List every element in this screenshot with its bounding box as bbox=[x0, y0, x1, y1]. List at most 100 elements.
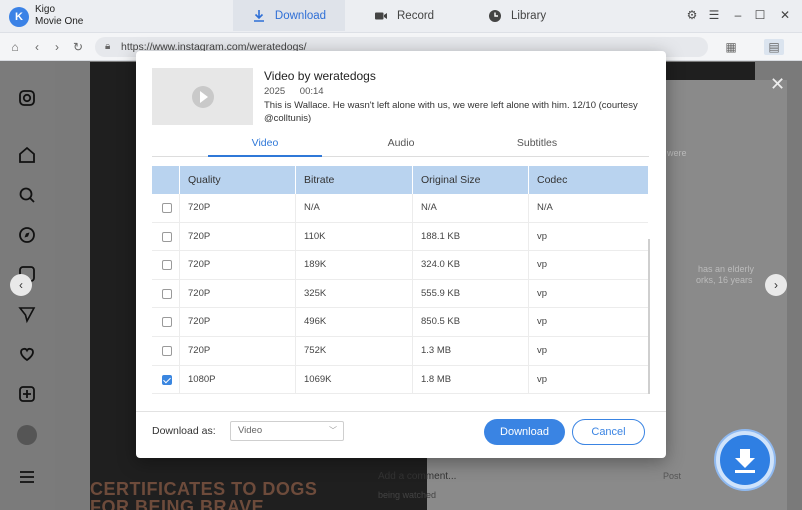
forward-icon[interactable]: › bbox=[49, 39, 65, 55]
tab-audio[interactable]: Audio bbox=[344, 137, 458, 149]
cell-quality: 720P bbox=[180, 308, 296, 336]
row-checkbox-cell bbox=[152, 194, 180, 222]
app-logo-icon: K bbox=[9, 7, 29, 27]
cell-size: 555.9 KB bbox=[413, 279, 529, 308]
instagram-icon[interactable] bbox=[17, 88, 37, 108]
row-checkbox-cell bbox=[152, 336, 180, 365]
bg-text-2: has an elderly bbox=[698, 264, 755, 274]
table-scrollbar[interactable] bbox=[648, 239, 650, 394]
bg-headline: CERTIFICATES TO DOGS FOR BEING BRAVE bbox=[90, 480, 317, 510]
row-checkbox[interactable] bbox=[162, 260, 172, 271]
home-nav-icon[interactable] bbox=[17, 145, 37, 165]
avatar[interactable] bbox=[17, 425, 37, 445]
download-as-value: Video bbox=[238, 425, 263, 436]
row-checkbox[interactable] bbox=[162, 203, 172, 213]
cell-codec: vp bbox=[537, 230, 548, 242]
row-checkbox[interactable] bbox=[162, 231, 172, 242]
download-button[interactable]: Download bbox=[484, 419, 565, 445]
search-icon[interactable] bbox=[17, 185, 37, 205]
download-icon bbox=[253, 9, 264, 22]
download-as-select[interactable]: Video ﹀ bbox=[230, 421, 344, 441]
bg-headline-line2: FOR BEING BRAVE bbox=[90, 497, 265, 510]
video-description: This is Wallace. He wasn't left alone wi… bbox=[264, 100, 638, 124]
row-checkbox-cell bbox=[152, 308, 180, 336]
active-tab-indicator bbox=[208, 155, 322, 157]
tab-library[interactable]: Library bbox=[488, 0, 546, 31]
cell-bitrate: 325K bbox=[296, 279, 413, 308]
create-icon[interactable] bbox=[17, 384, 37, 404]
video-meta: 2025 00:14 bbox=[264, 86, 336, 97]
tab-record[interactable]: Record bbox=[374, 0, 434, 31]
video-thumbnail bbox=[152, 68, 253, 125]
header-checkbox-cell bbox=[152, 166, 180, 194]
download-dialog: Video by weratedogs 2025 00:14 This is W… bbox=[136, 51, 666, 458]
clock-icon bbox=[489, 9, 501, 22]
tab-subtitles[interactable]: Subtitles bbox=[480, 137, 594, 149]
header-quality: Quality bbox=[180, 166, 296, 194]
cell-quality: 720P bbox=[180, 336, 296, 365]
tab-library-label: Library bbox=[511, 9, 547, 22]
grid-icon[interactable]: ▦ bbox=[723, 39, 739, 55]
refresh-icon[interactable]: ↻ bbox=[70, 39, 86, 55]
close-window-icon[interactable]: ✕ bbox=[778, 8, 792, 22]
prev-arrow-icon[interactable]: ‹ bbox=[10, 274, 32, 296]
cell-size: 324.0 KB bbox=[413, 251, 529, 279]
cell-codec: vp bbox=[537, 287, 548, 299]
tab-download[interactable]: Download bbox=[233, 0, 345, 31]
explore-icon[interactable] bbox=[17, 225, 37, 245]
tab-download-label: Download bbox=[274, 9, 327, 22]
table-row[interactable]: 720P 752K 1.3 MB vp bbox=[152, 336, 648, 366]
title-bar: K Kigo Movie One Download Record Library… bbox=[0, 0, 802, 33]
tab-record-label: Record bbox=[397, 9, 435, 22]
download-arrow-icon bbox=[735, 449, 755, 473]
more-menu-icon[interactable] bbox=[17, 467, 37, 487]
bg-text-3: orks, 16 years bbox=[696, 275, 753, 285]
cell-codec: vp bbox=[537, 344, 548, 356]
chevron-down-icon: ﹀ bbox=[329, 426, 337, 435]
tab-video[interactable]: Video bbox=[208, 137, 322, 149]
cell-quality: 720P bbox=[180, 251, 296, 279]
bg-headline-line1: CERTIFICATES TO DOGS bbox=[90, 479, 318, 499]
bg-caption: being watched bbox=[378, 490, 437, 500]
cell-codec: vp bbox=[537, 373, 548, 385]
row-checkbox[interactable] bbox=[162, 374, 172, 385]
table-row[interactable]: 720P 110K 188.1 KB vp bbox=[152, 222, 648, 252]
comment-input[interactable]: Add a comment... bbox=[378, 471, 456, 482]
table-row[interactable]: 1080P 1069K 1.8 MB vp bbox=[152, 365, 648, 395]
menu-icon[interactable]: ☰ bbox=[707, 8, 721, 22]
row-checkbox[interactable] bbox=[162, 345, 172, 356]
table-row[interactable]: 720P 325K 555.9 KB vp bbox=[152, 279, 648, 309]
cell-bitrate: 752K bbox=[296, 336, 413, 365]
cell-size: N/A bbox=[413, 194, 529, 222]
cell-size: 1.8 MB bbox=[413, 365, 529, 394]
settings-icon[interactable]: ⚙ bbox=[685, 8, 699, 22]
app-name-line2: Movie One bbox=[35, 16, 84, 27]
app-name: Kigo Movie One bbox=[35, 4, 83, 28]
table-row[interactable]: 720P N/A N/A N/A bbox=[152, 194, 648, 223]
film-icon[interactable]: ▤ bbox=[764, 39, 784, 55]
app-name-line1: Kigo bbox=[35, 4, 56, 15]
minimize-icon[interactable]: – bbox=[731, 8, 745, 22]
send-icon[interactable] bbox=[17, 304, 37, 324]
header-bitrate: Bitrate bbox=[296, 166, 413, 194]
header-codec: Codec bbox=[537, 174, 568, 186]
maximize-icon[interactable]: ☐ bbox=[753, 8, 767, 22]
row-checkbox[interactable] bbox=[162, 288, 172, 299]
video-camera-icon bbox=[375, 12, 387, 19]
next-arrow-icon[interactable]: › bbox=[765, 274, 787, 296]
floating-download-button[interactable] bbox=[716, 431, 774, 489]
back-icon[interactable]: ‹ bbox=[29, 39, 45, 55]
close-overlay-icon[interactable]: ✕ bbox=[770, 74, 785, 95]
bg-text-1: were bbox=[667, 148, 687, 158]
home-icon[interactable]: ⌂ bbox=[7, 39, 23, 55]
post-button[interactable]: Post bbox=[663, 471, 681, 481]
cell-codec: vp bbox=[537, 316, 548, 328]
cancel-button[interactable]: Cancel bbox=[572, 419, 645, 445]
cell-bitrate: 1069K bbox=[296, 365, 413, 394]
table-row[interactable]: 720P 496K 850.5 KB vp bbox=[152, 308, 648, 337]
table-row[interactable]: 720P 189K 324.0 KB vp bbox=[152, 251, 648, 280]
heart-icon[interactable] bbox=[17, 344, 37, 364]
row-checkbox[interactable] bbox=[162, 317, 172, 328]
cell-quality: 720P bbox=[180, 194, 296, 222]
cell-quality: 720P bbox=[180, 222, 296, 251]
